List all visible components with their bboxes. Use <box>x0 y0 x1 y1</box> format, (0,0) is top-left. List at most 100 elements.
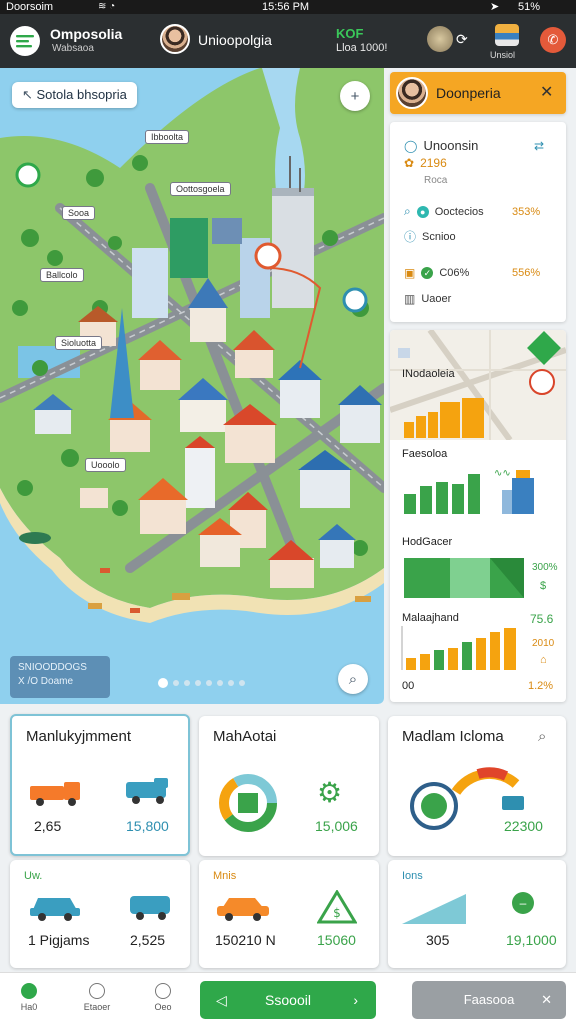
secondary-action-button[interactable]: Faasooa ✕ <box>412 981 566 1019</box>
map-search-label: Sotola bhsopria <box>36 87 127 102</box>
info-row1-value: 353% <box>512 205 541 218</box>
car-icon <box>30 898 80 921</box>
plus-icon: + <box>350 87 360 105</box>
user-avatar[interactable] <box>160 24 190 54</box>
city-map[interactable]: ↖ Sotola bhsopria + Ibboolta Oottosgoela… <box>0 68 384 704</box>
stat-card-6[interactable]: Ions – 305 19,1000 <box>388 860 566 968</box>
page-dot[interactable] <box>173 680 179 686</box>
nav-explore[interactable]: Etaoer <box>72 979 122 1012</box>
chart2-spark: ∿∿ <box>494 468 511 479</box>
page-dot[interactable] <box>195 680 201 686</box>
location-icon: ➤ <box>490 1 500 13</box>
card4-left-value: 1 Pigjams <box>28 932 90 948</box>
stat-card-1[interactable]: Manlukyjmment 2,65 15,800 <box>10 714 190 856</box>
info-row-2[interactable]: ⓘ Scnioo <box>404 228 456 245</box>
page-dot[interactable] <box>228 680 234 686</box>
page-dot[interactable] <box>206 680 212 686</box>
status-dot-icon: ● <box>416 205 429 218</box>
info-row-3[interactable]: ▣ ✓ C06% 556% <box>404 266 554 280</box>
stat-card-3[interactable]: Madlam Icloma ⌕ 22300 <box>388 716 566 856</box>
app-header: Omposolia Wabsaoa Unioopolgia KOF Lloa 1… <box>0 14 576 68</box>
sync-icon[interactable]: ⟳ <box>456 31 468 48</box>
info-title: Unoonsin <box>423 138 479 153</box>
info-row4-label: Uaoer <box>421 293 452 305</box>
card6-left-value: 305 <box>426 932 450 948</box>
info-row-4[interactable]: ▥ Uaoer <box>404 292 451 306</box>
card1-right-value: 15,800 <box>126 818 169 834</box>
wifi-icon: ≋ ◔ <box>98 1 116 12</box>
info-row3-label: C06% <box>439 267 470 279</box>
map-label[interactable]: Oottosgoela <box>170 182 231 196</box>
info-row-1[interactable]: ⌕ ● Ooctecios 353% <box>404 204 554 219</box>
card6-title: Ions <box>402 870 423 882</box>
chart2-bars <box>404 470 534 514</box>
profile-avatar <box>396 77 428 109</box>
map-label[interactable]: Ibboolta <box>145 130 190 144</box>
card3-title: Madlam Icloma <box>402 728 504 745</box>
info-row3-value: 556% <box>512 267 541 279</box>
dollar-icon: $ <box>540 580 547 592</box>
weather-icon[interactable] <box>495 24 519 46</box>
map-label[interactable]: Ballcolo <box>40 268 84 282</box>
carrier-text: Doorsoim <box>6 1 54 13</box>
van-icon <box>130 896 170 920</box>
stat-value: Lloa 1000! <box>336 42 388 54</box>
profile-banner[interactable]: Doonperia ✕ <box>390 72 566 114</box>
home-icon <box>21 983 37 999</box>
search-icon[interactable]: ⌕ <box>538 728 546 745</box>
map-label[interactable]: Uooolo <box>85 458 126 472</box>
map-illustration <box>0 68 384 623</box>
chevron-right-icon: › <box>353 992 358 1008</box>
trend-icon <box>402 894 466 924</box>
card2-right-value: 15,006 <box>315 818 358 834</box>
app-name: Omposolia <box>50 26 123 42</box>
legend-line-1: SNIOODDOGS <box>18 662 87 673</box>
chart4-value: 75.6 <box>530 612 554 626</box>
warning-icon: $ <box>317 890 357 924</box>
stat-card-5[interactable]: Mnis $ 150210 N 15060 <box>199 860 379 968</box>
app-subtitle: Wabsaoa <box>52 43 94 54</box>
nav-home[interactable]: Ha0 <box>4 979 54 1012</box>
clock-text: 15:56 PM <box>262 1 310 13</box>
chart2-title: Faesoloa <box>402 448 448 460</box>
page-dot[interactable] <box>184 680 190 686</box>
add-location-button[interactable]: + <box>340 81 370 111</box>
nav-more[interactable]: Oeo <box>138 979 188 1012</box>
map-label[interactable]: Sooa <box>62 206 96 220</box>
info-panel: ◯ Unoonsin ⇄ ✿ 2196 Roca ⌕ ● Ooctecios 3… <box>390 122 566 322</box>
swap-icon[interactable]: ⇄ <box>534 139 544 153</box>
card3-right-value: 22300 <box>504 818 543 834</box>
compass-icon <box>89 983 105 999</box>
user-name: Unioopolgia <box>198 32 272 48</box>
stat-label: KOF <box>336 26 364 41</box>
menu-button[interactable] <box>10 26 40 56</box>
close-icon[interactable]: ✕ <box>540 82 553 102</box>
info-sub-row: ✿ 2196 <box>404 156 447 170</box>
dash-icon[interactable]: – <box>512 892 534 914</box>
info-row2-label: Scnioo <box>422 230 456 243</box>
map-search-pill[interactable]: ↖ Sotola bhsopria <box>12 82 137 108</box>
sun-icon[interactable] <box>427 26 453 52</box>
page-dot[interactable] <box>239 680 245 686</box>
card1-title: Manlukyjmment <box>26 728 132 745</box>
primary-action-button[interactable]: ◁ Ssoooil › <box>200 981 376 1019</box>
card4-title: Uw. <box>24 870 43 882</box>
status-bar: Doorsoim ≋ ◔ 15:56 PM ➤ 51% <box>0 0 576 14</box>
map-page-indicator[interactable] <box>158 678 245 688</box>
page-dot[interactable] <box>217 680 223 686</box>
chart4-bottom-right: 1.2% <box>528 680 554 692</box>
van-icon <box>126 778 168 804</box>
stat-card-2[interactable]: MahAotai ⚙ 15,006 <box>199 716 379 856</box>
chart3-value: 300% <box>532 562 558 573</box>
stat-card-4[interactable]: Uw. 1 Pigjams 2,525 <box>10 860 190 968</box>
info-sub-value: 2196 <box>420 156 447 170</box>
notification-icon[interactable]: ✆ <box>540 27 566 53</box>
dots-icon <box>155 983 171 999</box>
map-label[interactable]: Sioluotta <box>55 336 103 350</box>
map-search-button[interactable]: ⌕ <box>338 664 368 694</box>
gear-icon: ⚙ <box>317 777 343 808</box>
book-icon: ▥ <box>404 292 416 306</box>
flag-icon: ◁ <box>216 992 227 1008</box>
page-dot[interactable] <box>158 678 168 688</box>
chart3-title: HodGacer <box>402 536 453 548</box>
